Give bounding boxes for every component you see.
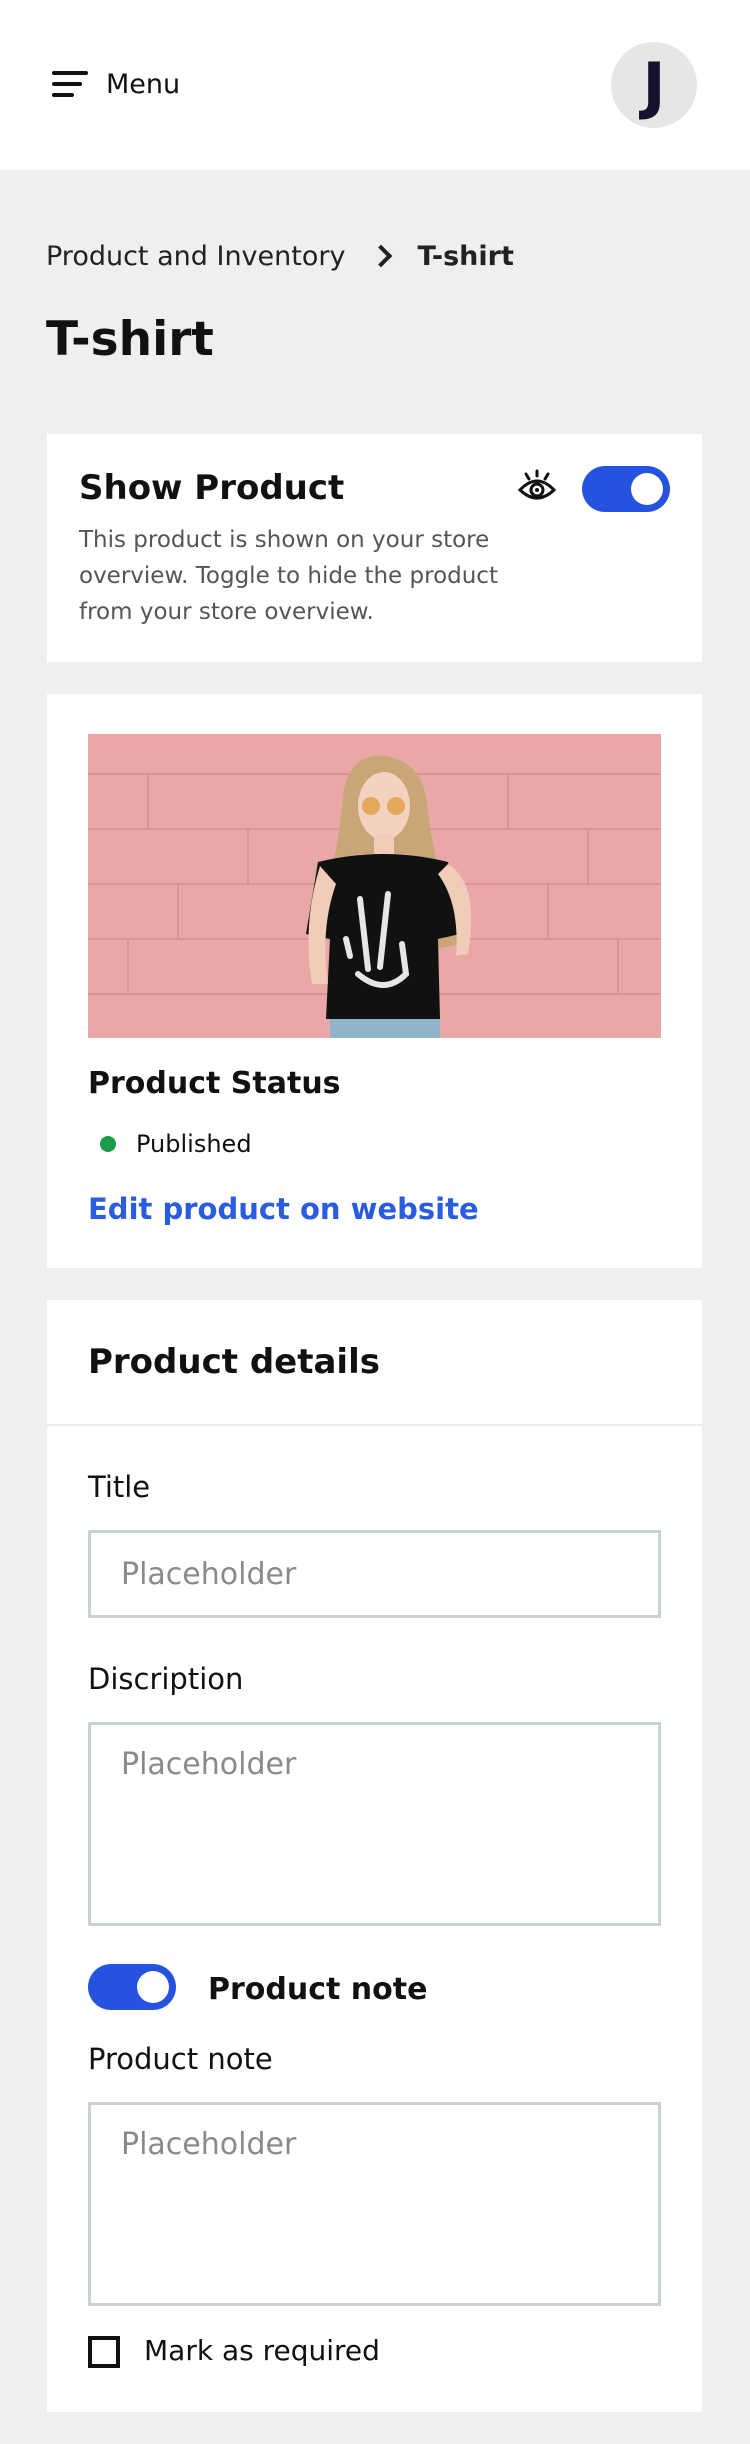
product-image <box>88 734 661 1038</box>
show-product-title: Show Product <box>79 468 345 508</box>
visibility-card: Show Product This product is shown on yo… <box>47 434 702 662</box>
menu-button[interactable]: Menu <box>52 62 180 106</box>
show-product-toggle[interactable] <box>582 466 670 512</box>
product-note-label: Product note <box>88 2042 273 2076</box>
toggle-knob <box>631 473 663 505</box>
status-value: Published <box>136 1130 252 1158</box>
avatar-initial: J <box>642 48 666 122</box>
breadcrumb-current: T-shirt <box>417 240 514 272</box>
product-details-card: Product details Title Discription Produc… <box>47 1300 702 2412</box>
status-row: Published <box>100 1130 252 1158</box>
description-textarea[interactable] <box>88 1722 661 1926</box>
product-note-toggle[interactable] <box>88 1964 176 2010</box>
breadcrumb: Product and Inventory T-shirt <box>46 236 514 276</box>
description-label: Discription <box>88 1662 244 1696</box>
title-label: Title <box>88 1470 151 1504</box>
show-product-description: This product is shown on your store over… <box>79 527 498 625</box>
product-note-textarea[interactable] <box>88 2102 661 2306</box>
eye-icon <box>517 469 557 500</box>
details-divider <box>47 1424 702 1426</box>
top-bar: Menu J <box>0 0 750 170</box>
status-card: Product Status Published Edit product on… <box>47 694 702 1268</box>
hamburger-icon <box>52 71 88 97</box>
avatar[interactable]: J <box>611 42 697 128</box>
product-photo-illustration <box>88 734 661 1038</box>
edit-product-link[interactable]: Edit product on website <box>88 1192 479 1226</box>
mark-required-checkbox[interactable] <box>88 2336 120 2368</box>
status-title: Product Status <box>88 1066 341 1101</box>
mark-required-label: Mark as required <box>144 2334 380 2367</box>
title-input[interactable] <box>88 1530 661 1618</box>
breadcrumb-parent-link[interactable]: Product and Inventory <box>46 241 345 272</box>
chevron-right-icon <box>370 244 393 268</box>
menu-label: Menu <box>106 68 181 100</box>
details-heading: Product details <box>88 1342 380 1382</box>
page-title: T-shirt <box>46 312 214 367</box>
product-note-toggle-label: Product note <box>208 1972 428 2007</box>
toggle-knob <box>137 1971 169 2003</box>
status-dot-icon <box>100 1136 116 1152</box>
